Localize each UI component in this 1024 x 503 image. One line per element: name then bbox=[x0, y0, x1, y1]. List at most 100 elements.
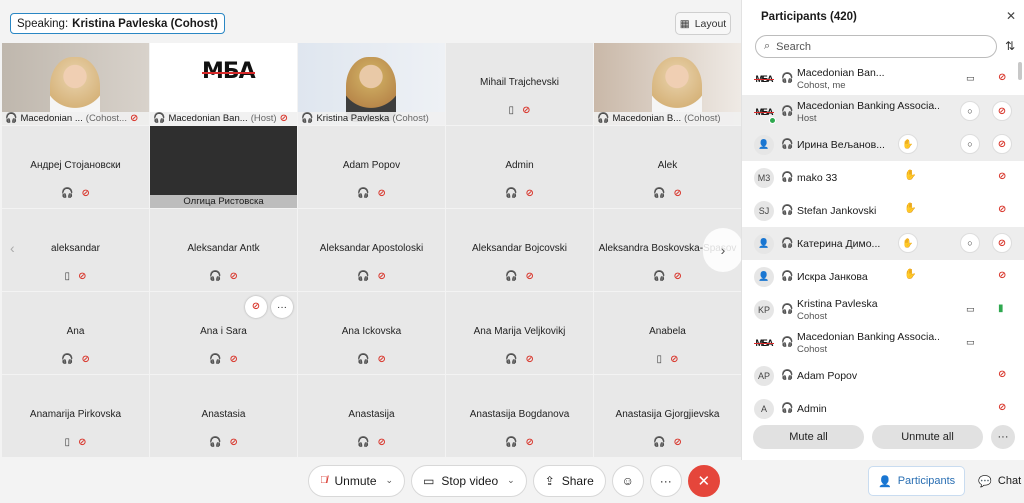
participant-tile[interactable]: Adam Popov 🎧 ⊘ bbox=[298, 126, 445, 208]
participant-tile[interactable]: Ana i Sara 🎧 ⊘ ⊘ ··· bbox=[150, 292, 297, 374]
participant-row[interactable]: МБА 🎧 Macedonian Ban... Cohost, me ▭ ⊘ bbox=[742, 62, 1024, 95]
participant-tile[interactable]: Aleksandar Bojcovski 🎧 ⊘ bbox=[446, 209, 593, 291]
tile-participant-name: Kristina Pavleska bbox=[316, 113, 390, 124]
tile-status-icons: 🎧 ⊘ bbox=[298, 189, 445, 199]
more-options-button[interactable]: ··· bbox=[991, 425, 1015, 449]
participant-row[interactable]: AP 🎧 Adam Popov ⊘ bbox=[742, 359, 1024, 392]
participant-tile[interactable]: Mihail Trajchevski ▯ ⊘ bbox=[446, 43, 593, 125]
tile-status-icons: 🎧 ⊘ bbox=[446, 189, 593, 199]
next-page-button[interactable]: › bbox=[703, 228, 743, 272]
participant-row[interactable]: SJ 🎧 Stefan Jankovski ✋ ⊘ bbox=[742, 194, 1024, 227]
participant-tile[interactable]: Admin 🎧 ⊘ bbox=[446, 126, 593, 208]
layout-button[interactable]: ▦ Layout bbox=[675, 12, 731, 35]
headset-icon: 🎧 bbox=[781, 205, 794, 216]
participant-tile[interactable]: Олгица Ристовска bbox=[150, 126, 297, 208]
tab-participants[interactable]: 👤 Participants bbox=[868, 466, 966, 496]
participant-tile[interactable]: Ana 🎧 ⊘ bbox=[2, 292, 149, 374]
participant-tile[interactable]: Aleksandar Antk 🎧 ⊘ bbox=[150, 209, 297, 291]
tile-participant-name: Anamarija Pirkovska bbox=[29, 409, 122, 420]
participant-row[interactable]: МБА 🎧 Macedonian Banking Associa... Host ○ ⊘ bbox=[742, 95, 1024, 128]
headset-icon: 🎧 bbox=[209, 271, 222, 282]
chevron-down-icon[interactable]: ⌄ bbox=[386, 475, 394, 486]
avatar: M3 bbox=[754, 167, 774, 188]
tile-participant-name: Anastasija Bogdanova bbox=[469, 409, 570, 420]
chat-bubble-icon[interactable]: ○ bbox=[960, 101, 980, 121]
side-panel-tabs: 👤 Participants 💬 Chat bbox=[868, 466, 1024, 496]
participant-row[interactable]: KP 🎧 Kristina Pavleska Cohost ▭ ▮ bbox=[742, 293, 1024, 326]
tile-participant-name: Mihail Trajchevski bbox=[480, 77, 559, 88]
mute-all-button[interactable]: Mute all bbox=[753, 425, 864, 449]
tile-caption: 🎧 Kristina Pavleska (Cohost) bbox=[298, 112, 445, 125]
close-panel-icon[interactable]: ✕ bbox=[1006, 9, 1016, 23]
search-input[interactable]: ⌕ Search bbox=[755, 35, 997, 58]
participant-role: Cohost bbox=[797, 311, 828, 322]
unmute-button[interactable]: 🎙̸ Unmute ⌄ bbox=[308, 464, 406, 497]
layout-label: Layout bbox=[694, 17, 727, 30]
participant-row[interactable]: M3 🎧 mako 33 ✋ ⊘ bbox=[742, 161, 1024, 194]
participant-tile[interactable]: Anastasia 🎧 ⊘ bbox=[150, 375, 297, 457]
chat-bubble-icon[interactable]: ○ bbox=[960, 233, 980, 253]
share-button[interactable]: ⇪ Share bbox=[532, 464, 606, 497]
participant-row[interactable]: 👤 🎧 Ирина Вељанов... ✋ ○ ⊘ bbox=[742, 128, 1024, 161]
participant-row[interactable]: МБА 🎧 Macedonian Banking Associa... Cohost ▭ bbox=[742, 326, 1024, 359]
stop-video-button[interactable]: ▭ Stop video ⌄ bbox=[411, 464, 527, 497]
avatar: МБА bbox=[754, 69, 774, 89]
more-icon[interactable]: ··· bbox=[271, 296, 293, 318]
avatar: A bbox=[754, 398, 774, 419]
tile-status-icons: 🎧 ⊘ bbox=[594, 438, 741, 448]
participant-tile[interactable]: Anamarija Pirkovska ▯ ⊘ bbox=[2, 375, 149, 457]
headset-icon: 🎧 bbox=[781, 106, 794, 117]
tile-status-icons: ▯ ⊘ bbox=[2, 438, 149, 448]
participant-tile[interactable]: 🎧 Macedonian B... (Cohost) bbox=[594, 43, 741, 125]
reactions-button[interactable]: ☺ bbox=[611, 464, 644, 497]
tile-status-icons: ▯ ⊘ bbox=[594, 355, 741, 365]
participant-tile[interactable]: Aleksandar Apostoloski 🎧 ⊘ bbox=[298, 209, 445, 291]
tile-participant-name: Aleksandar Bojcovski bbox=[471, 243, 568, 254]
chevron-down-icon[interactable]: ⌄ bbox=[507, 475, 515, 486]
headset-icon: 🎧 bbox=[505, 188, 518, 199]
mic-muted-icon[interactable]: ⊘ bbox=[245, 296, 267, 318]
sort-icon[interactable]: ⇅ bbox=[1005, 39, 1015, 53]
tile-participant-role: (Cohost... bbox=[85, 113, 127, 124]
more-icon: ··· bbox=[659, 473, 672, 488]
participant-tile[interactable]: Anabela ▯ ⊘ bbox=[594, 292, 741, 374]
mic-muted-icon: ⊘ bbox=[377, 188, 386, 199]
participant-tile[interactable]: Anastasija 🎧 ⊘ bbox=[298, 375, 445, 457]
participant-tile[interactable]: Ana Marija Veljkovikj 🎧 ⊘ bbox=[446, 292, 593, 374]
panel-footer: Mute all Unmute all ··· bbox=[753, 425, 1015, 449]
people-icon: 👤 bbox=[878, 475, 892, 488]
participant-tile[interactable]: Anastasija Bogdanova 🎧 ⊘ bbox=[446, 375, 593, 457]
speaking-name: Kristina Pavleska (Cohost) bbox=[72, 17, 218, 30]
participant-row[interactable]: 👤 🎧 Искра Јанкова ✋ ⊘ bbox=[742, 260, 1024, 293]
tab-chat[interactable]: 💬 Chat bbox=[969, 466, 1024, 496]
participant-tile[interactable]: aleksandar ▯ ⊘ bbox=[2, 209, 149, 291]
participant-tile[interactable]: 🎧 Macedonian ... (Cohost... ⊘ bbox=[2, 43, 149, 125]
raised-hand-icon[interactable]: ✋ bbox=[898, 233, 918, 253]
share-icon: ⇪ bbox=[544, 473, 555, 488]
headset-icon: 🎧 bbox=[153, 112, 166, 124]
participant-list-scrollbar[interactable] bbox=[1018, 62, 1022, 80]
raised-hand-icon[interactable]: ✋ bbox=[898, 134, 918, 154]
avatar: AP bbox=[754, 365, 774, 386]
chat-bubble-icon[interactable]: ○ bbox=[960, 134, 980, 154]
mic-muted-icon: ⊘ bbox=[998, 270, 1007, 281]
mic-muted-icon[interactable]: ⊘ bbox=[992, 134, 1012, 154]
previous-page-icon[interactable]: ‹ bbox=[10, 240, 15, 256]
mic-muted-icon[interactable]: ⊘ bbox=[992, 101, 1012, 121]
participant-tile[interactable]: Anastasija Gjorgjievska 🎧 ⊘ bbox=[594, 375, 741, 457]
unmute-all-button[interactable]: Unmute all bbox=[872, 425, 983, 449]
leave-meeting-button[interactable]: ✕ bbox=[687, 464, 720, 497]
participant-tile[interactable]: МБА 🎧 Macedonian Ban... (Host) ⊘ bbox=[150, 43, 297, 125]
participant-row[interactable]: A 🎧 Admin ⊘ bbox=[742, 392, 1024, 422]
person-icon: 👤 bbox=[758, 238, 770, 248]
participant-name: Admin bbox=[797, 403, 827, 415]
mic-muted-icon[interactable]: ⊘ bbox=[992, 233, 1012, 253]
more-options-button[interactable]: ··· bbox=[649, 464, 682, 497]
video-camera-icon: ▭ bbox=[423, 473, 435, 488]
participant-tile[interactable]: Alek 🎧 ⊘ bbox=[594, 126, 741, 208]
participant-tile[interactable]: Андреј Стојановски 🎧 ⊘ bbox=[2, 126, 149, 208]
participant-tile[interactable]: 🎧 Kristina Pavleska (Cohost) bbox=[298, 43, 445, 125]
tile-status-icons: 🎧 ⊘ bbox=[446, 355, 593, 365]
participant-row[interactable]: 👤 🎧 Катерина Димо... ✋ ○ ⊘ bbox=[742, 227, 1024, 260]
participant-tile[interactable]: Ana Ickovska 🎧 ⊘ bbox=[298, 292, 445, 374]
